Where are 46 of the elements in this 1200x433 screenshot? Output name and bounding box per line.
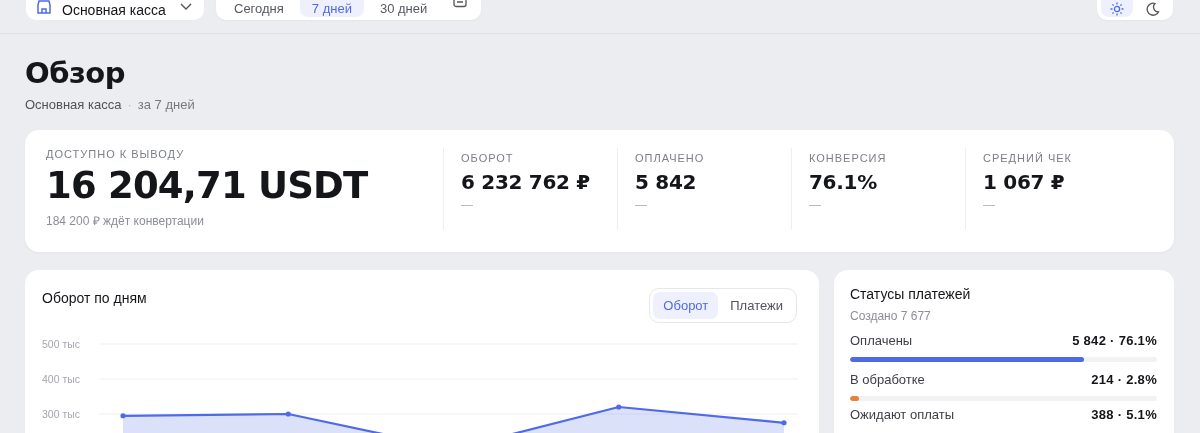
- chart-title: Оборот по дням: [42, 290, 147, 306]
- sun-icon: [1110, 1, 1124, 16]
- period-tab[interactable]: Сегодня: [222, 0, 296, 17]
- metric-label: ОПЛАЧЕНО: [635, 152, 706, 164]
- metric-delta: —: [983, 198, 995, 212]
- metric-value: 76.1%: [809, 170, 878, 194]
- status-value: 388 · 5.1%: [1091, 407, 1157, 422]
- separator-dot: ·: [127, 97, 132, 112]
- metric-label: КОНВЕРСИЯ: [809, 152, 888, 164]
- chevron-down-icon: [180, 3, 192, 11]
- status-value: 214 · 2.8%: [1091, 372, 1157, 387]
- period-tab[interactable]: 30 дней: [367, 0, 440, 17]
- chart-mode-tab[interactable]: Платежи: [720, 292, 793, 319]
- metric-label: ОБОРОТ: [461, 152, 515, 164]
- status-label: В обработке: [850, 372, 925, 387]
- balance-label: ДОСТУПНО К ВЫВОДУ: [46, 148, 186, 160]
- metric-delta: —: [635, 198, 647, 212]
- theme-toggle[interactable]: [1101, 0, 1133, 17]
- balance-value: 16 204,71 USDT: [46, 163, 369, 209]
- chart-mode-tab[interactable]: Оборот: [653, 292, 719, 319]
- metric-delta: —: [461, 198, 473, 212]
- metric-value: 5 842: [635, 170, 698, 194]
- moon-icon: [1146, 1, 1160, 16]
- conversion-note: 184 200 ₽ ждёт конвертации: [46, 213, 205, 229]
- card-title: Статусы платежей: [850, 286, 972, 302]
- metric-label: СРЕДНИЙ ЧЕК: [983, 152, 1073, 164]
- status-value: 5 842 · 76.1%: [1072, 333, 1157, 348]
- metric-delta: —: [809, 198, 821, 212]
- data-point: [285, 411, 291, 417]
- period-tab[interactable]: 7 дней: [299, 0, 364, 17]
- page-title: Обзор: [25, 56, 126, 90]
- y-axis-label: 400 тыс: [42, 373, 81, 385]
- store-selector[interactable]: Основная касса: [26, 0, 204, 20]
- metric-value: 1 067 ₽: [983, 170, 1066, 194]
- created-count: Создано 7 677: [850, 309, 932, 323]
- store-name: Основная касса: [25, 97, 122, 112]
- metric-value: 6 232 762 ₽: [461, 170, 591, 194]
- status-label: Оплачены: [850, 333, 913, 348]
- data-point: [781, 420, 787, 426]
- data-point: [120, 413, 126, 419]
- y-axis-label: 300 тыс: [42, 408, 81, 420]
- period-text: за 7 дней: [137, 97, 195, 112]
- data-point: [616, 404, 622, 410]
- y-axis-label: 500 тыс: [42, 338, 81, 350]
- store-icon: [36, 0, 52, 15]
- status-label: Ожидают оплаты: [850, 407, 954, 422]
